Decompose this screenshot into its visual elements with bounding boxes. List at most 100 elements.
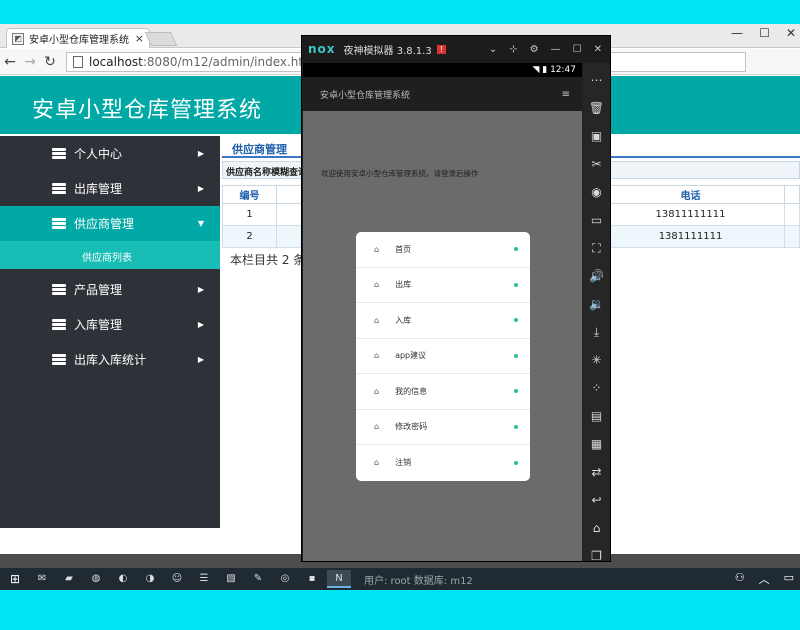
- chevron-right-icon: ▶: [197, 285, 204, 294]
- close-tab-icon[interactable]: ×: [135, 32, 144, 45]
- terminal-icon[interactable]: ▪: [300, 570, 324, 588]
- emulator-window-controls: ⌄ ⊹ ⚙ — ☐ ✕: [489, 44, 610, 55]
- android-screen: ◥ ▮ 12:47 安卓小型仓库管理系统 ≡ 欢迎使用安卓小型仓库管理系统，请登…: [303, 63, 582, 561]
- android-status-bar: ◥ ▮ 12:47: [303, 63, 582, 77]
- menu-item-label: 我的信息: [395, 386, 428, 396]
- loading-icon[interactable]: ✳: [583, 346, 610, 374]
- tool-icon[interactable]: ✎: [246, 570, 270, 588]
- wifi-icon: ◥: [532, 65, 540, 75]
- trash-icon[interactable]: 🗑: [583, 94, 610, 122]
- pin-icon[interactable]: ⊹: [509, 44, 517, 55]
- sidebar-item-suppliers[interactable]: 供应商管理 ▼: [0, 206, 220, 241]
- maximize-icon[interactable]: ☐: [759, 24, 770, 42]
- status-dot-icon: [514, 353, 518, 358]
- tab-title: 安卓小型仓库管理系统: [29, 35, 129, 46]
- sidebar-subitem-supplier-list[interactable]: 供应商列表: [0, 241, 220, 269]
- reload-icon[interactable]: ↻: [40, 54, 60, 70]
- avatar-icon[interactable]: ☺: [165, 570, 189, 588]
- column-header-phone: 电话: [596, 185, 785, 204]
- app-icon[interactable]: ◑: [138, 570, 162, 588]
- mail-icon[interactable]: ✉: [30, 570, 54, 588]
- menu-item-inbound[interactable]: ⌂ 入库: [356, 303, 530, 339]
- notes-icon[interactable]: ☰: [192, 570, 216, 588]
- people-icon[interactable]: ⚇: [735, 571, 745, 587]
- menu-item-label: 修改密码: [395, 422, 428, 432]
- menu-item-suggestion[interactable]: ⌂ app建议: [356, 339, 530, 374]
- status-dot-icon: [514, 282, 518, 287]
- screen-icon[interactable]: ▭: [583, 206, 610, 234]
- shake-icon[interactable]: ⁘: [583, 374, 610, 402]
- new-tab-button[interactable]: [144, 32, 178, 46]
- sidebar-item-profile[interactable]: 个人中心 ▶: [0, 136, 220, 171]
- record-icon[interactable]: ▤: [583, 402, 610, 430]
- volume-down-icon[interactable]: 🔉: [583, 290, 610, 318]
- browser-tab[interactable]: ◩ 安卓小型仓库管理系统 ×: [6, 28, 150, 48]
- page-favicon-icon: ◩: [12, 32, 24, 45]
- gear-icon[interactable]: ⚙: [530, 44, 539, 55]
- page-info-icon[interactable]: [73, 55, 83, 68]
- menu-item-outbound[interactable]: ⌂ 出库: [356, 268, 530, 303]
- sidebar-item-label: 产品管理: [74, 283, 123, 297]
- fullscreen-icon[interactable]: ⛶: [583, 234, 610, 262]
- robot-icon[interactable]: ▣: [583, 122, 610, 150]
- location-icon[interactable]: ◉: [583, 178, 610, 206]
- stack-icon: [52, 218, 66, 229]
- sidebar-item-outbound[interactable]: 出库管理 ▶: [0, 171, 220, 206]
- chrome-icon[interactable]: ◎: [273, 570, 297, 588]
- stack-icon: [52, 319, 66, 330]
- sidebar-item-products[interactable]: 产品管理 ▶: [0, 272, 220, 307]
- more-icon[interactable]: ⋯: [583, 66, 610, 94]
- forward-icon[interactable]: →: [20, 54, 40, 70]
- chevron-down-icon[interactable]: ⌄: [489, 44, 497, 55]
- maximize-icon[interactable]: ☐: [573, 44, 582, 55]
- keyboard-icon[interactable]: ▭: [784, 571, 794, 587]
- emulator-title: 夜神模拟器 3.8.1.3: [343, 45, 432, 57]
- update-badge[interactable]: !: [436, 44, 446, 54]
- window-controls: — ☐ ✕: [731, 24, 796, 42]
- app-menu-card: ⌂ 首页 ⌂ 出库 ⌂ 入库 ⌂ app建议 ⌂ 我的信息 ⌂ 修改密码 ⌂ 注…: [356, 232, 530, 481]
- home-icon: ⌂: [374, 386, 380, 396]
- home-icon[interactable]: ⌂: [583, 514, 610, 542]
- column-header-id: 编号: [222, 185, 277, 204]
- home-icon: ⌂: [374, 280, 380, 290]
- apk-install-icon[interactable]: ⤓: [583, 318, 610, 346]
- minimize-icon[interactable]: —: [551, 44, 561, 55]
- system-tray: ⚇ ︿ ▭: [735, 571, 800, 587]
- menu-icon[interactable]: ≡: [562, 89, 570, 100]
- status-dot-icon: [514, 424, 518, 429]
- volume-up-icon[interactable]: 🔊: [583, 262, 610, 290]
- recent-apps-icon[interactable]: ❐: [583, 542, 610, 570]
- battery-icon: ▮: [542, 65, 548, 75]
- menu-item-change-password[interactable]: ⌂ 修改密码: [356, 410, 530, 445]
- image-icon[interactable]: ▧: [219, 570, 243, 588]
- close-icon[interactable]: ✕: [594, 44, 602, 55]
- menu-item-label: 入库: [395, 315, 412, 325]
- chat-icon[interactable]: ◍: [84, 570, 108, 588]
- table-cell: [784, 225, 800, 248]
- table-cell: [784, 203, 800, 226]
- minimize-icon[interactable]: —: [731, 24, 743, 42]
- sidebar-item-label: 个人中心: [74, 147, 123, 161]
- menu-item-home[interactable]: ⌂ 首页: [356, 232, 530, 268]
- close-window-icon[interactable]: ✕: [786, 24, 796, 42]
- table-cell: 13811111111: [596, 203, 785, 226]
- app-bar: 安卓小型仓库管理系统 ≡: [303, 77, 582, 111]
- chevron-right-icon: ▶: [197, 184, 204, 193]
- back-icon[interactable]: ↩: [583, 486, 610, 514]
- scissors-icon[interactable]: ✂: [583, 150, 610, 178]
- folder-icon[interactable]: ▰: [57, 570, 81, 588]
- chevron-up-icon[interactable]: ︿: [759, 571, 770, 587]
- nox-taskbar-icon[interactable]: N: [327, 570, 351, 588]
- sidebar-item-inbound[interactable]: 入库管理 ▶: [0, 307, 220, 342]
- taskbar-info-text: 用户: root 数据库: m12: [364, 575, 473, 587]
- app-icon[interactable]: ◐: [111, 570, 135, 588]
- emulator-titlebar[interactable]: nox 夜神模拟器 3.8.1.3 ! ⌄ ⊹ ⚙ — ☐ ✕: [302, 36, 610, 62]
- back-icon[interactable]: ←: [0, 54, 20, 70]
- sidebar-item-statistics[interactable]: 出库入库统计 ▶: [0, 342, 220, 377]
- menu-item-my-info[interactable]: ⌂ 我的信息: [356, 374, 530, 410]
- windows-start-icon[interactable]: ⊞: [0, 572, 30, 586]
- multi-instance-icon[interactable]: ▦: [583, 430, 610, 458]
- chevron-right-icon: ▶: [197, 149, 204, 158]
- sync-icon[interactable]: ⇄: [583, 458, 610, 486]
- menu-item-logout[interactable]: ⌂ 注销: [356, 445, 530, 481]
